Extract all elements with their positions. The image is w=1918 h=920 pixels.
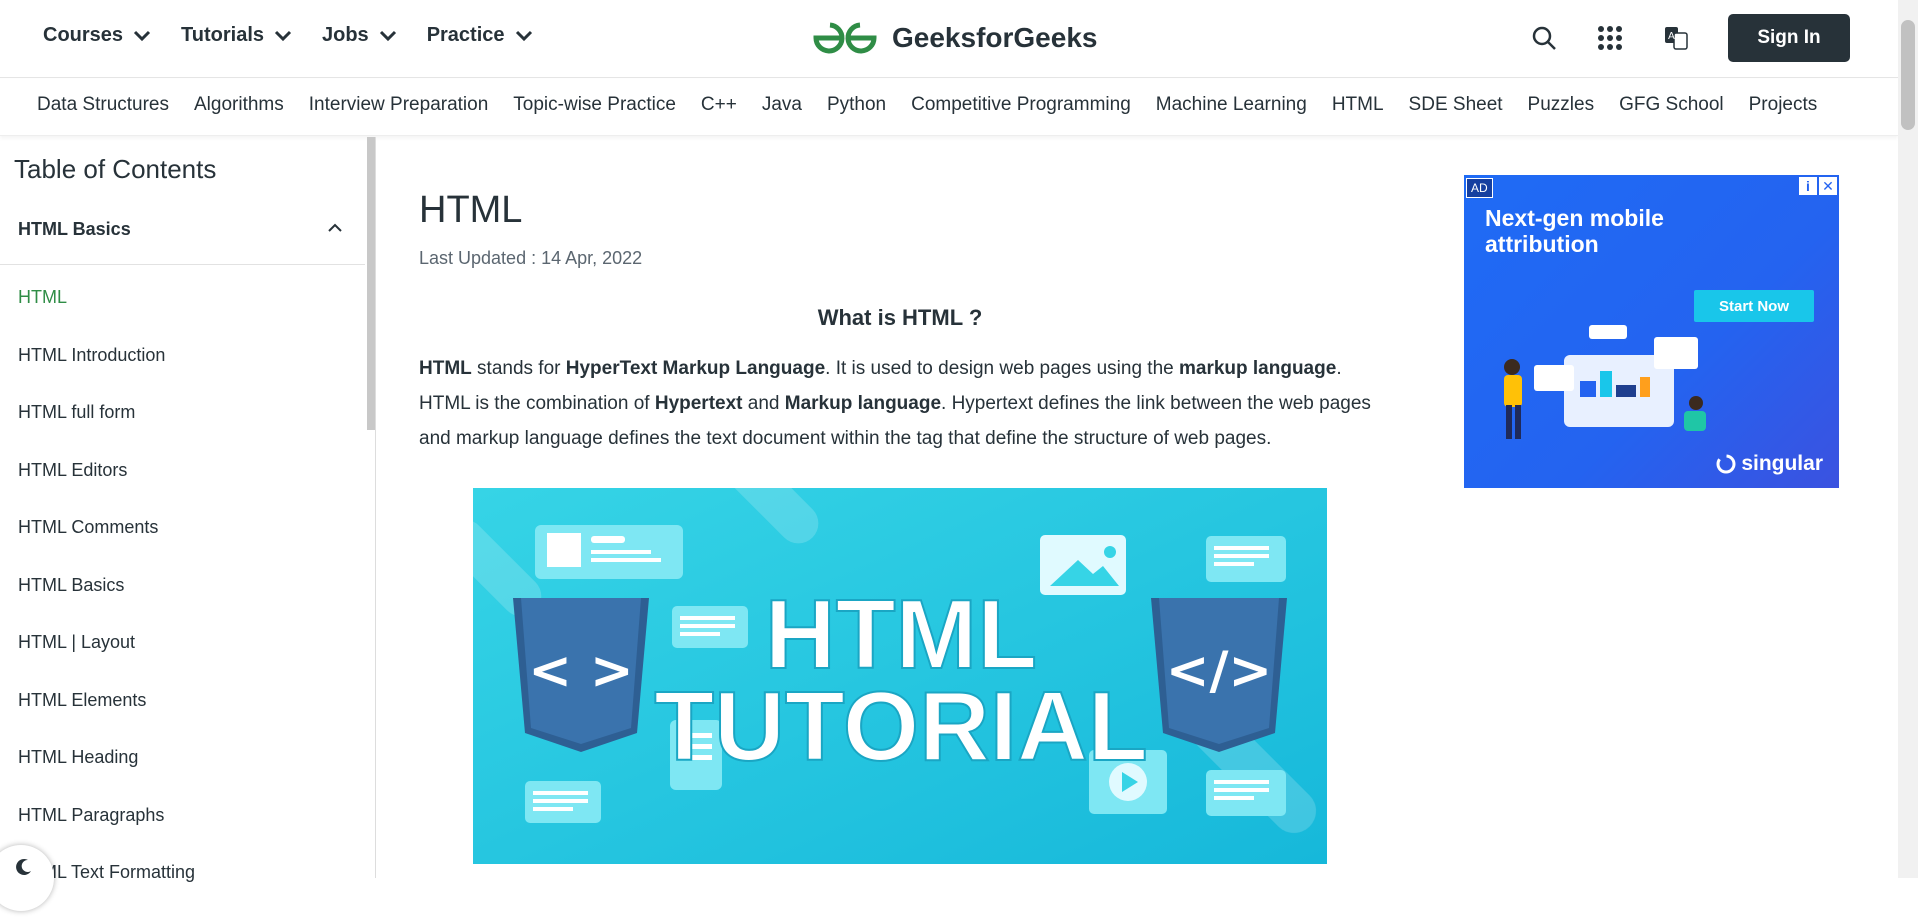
left-tag-text: < > xyxy=(528,641,633,701)
nav-practice[interactable]: Practice xyxy=(427,24,533,47)
toc-item[interactable]: HTML Editors xyxy=(18,460,195,518)
toc-item[interactable]: HTML Comments xyxy=(18,517,195,575)
logo-text: GeeksforGeeks xyxy=(892,22,1098,53)
ad-controls: i ✕ xyxy=(1799,177,1837,195)
ad-headline-line: Next-gen mobile xyxy=(1485,205,1664,231)
header-actions: A Sign In xyxy=(1530,14,1850,62)
toc-item[interactable]: HTML xyxy=(18,287,195,345)
para-bold: HyperText Markup Language xyxy=(565,358,826,379)
nav-jobs[interactable]: Jobs xyxy=(322,24,397,47)
subnav-item-python[interactable]: Python xyxy=(827,94,886,116)
para-text: . It is used to design web pages using t… xyxy=(825,358,1179,379)
toc-item[interactable]: HTML Basics xyxy=(18,575,195,633)
ad-info-icon[interactable]: i xyxy=(1799,177,1817,195)
singular-logo-icon xyxy=(1716,454,1736,474)
right-tag-text: </> xyxy=(1166,641,1272,701)
subnav-item-puzzles[interactable]: Puzzles xyxy=(1528,94,1595,116)
article-paragraph: HTML stands for HyperText Markup Languag… xyxy=(419,351,1384,456)
ad-headline: Next-gen mobile attribution xyxy=(1485,205,1664,257)
toc-item[interactable]: HTML Paragraphs xyxy=(18,805,195,863)
ad-tag: AD xyxy=(1466,178,1493,198)
subnav-item-machine-learning[interactable]: Machine Learning xyxy=(1156,94,1307,116)
subnav-item-interview-preparation[interactable]: Interview Preparation xyxy=(309,94,489,116)
nav-label: Jobs xyxy=(322,24,369,46)
article: HTML Last Updated : 14 Apr, 2022 What is… xyxy=(419,137,1389,864)
chevron-down-icon xyxy=(379,30,396,41)
subnav-item-html[interactable]: HTML xyxy=(1332,94,1384,116)
ad-brand-text: singular xyxy=(1741,452,1823,475)
sidebar-scrollbar[interactable] xyxy=(367,137,375,430)
chevron-down-icon xyxy=(133,30,151,41)
chevron-down-icon xyxy=(274,30,292,41)
site-logo[interactable]: GeeksforGeeks xyxy=(810,20,1097,56)
nav-courses[interactable]: Courses xyxy=(43,24,151,47)
chevron-up-icon xyxy=(328,223,342,232)
ad-illustration xyxy=(1504,325,1706,439)
close-icon[interactable]: ✕ xyxy=(1819,177,1837,195)
subnav-item-topic-wise-practice[interactable]: Topic-wise Practice xyxy=(513,94,676,116)
nav-tutorials[interactable]: Tutorials xyxy=(181,24,292,47)
toc-section-header[interactable]: HTML Basics xyxy=(0,197,365,265)
toc-item[interactable]: HTML Introduction xyxy=(18,345,195,403)
subnav-item-sde-sheet[interactable]: SDE Sheet xyxy=(1409,94,1503,116)
html-tutorial-banner: < > </> HTML TUTORIAL xyxy=(473,488,1327,864)
subnav-item-algorithms[interactable]: Algorithms xyxy=(194,94,284,116)
toc-title: Table of Contents xyxy=(14,154,217,184)
chevron-down-icon xyxy=(515,30,532,41)
moon-icon xyxy=(16,858,31,875)
top-nav: Courses Tutorials Jobs Practice xyxy=(43,24,533,47)
para-bold: markup language xyxy=(1178,358,1337,379)
gfg-logo-icon xyxy=(813,22,877,54)
subnav-item-competitive-programming[interactable]: Competitive Programming xyxy=(911,94,1131,116)
article-subheading: What is HTML ? xyxy=(817,305,983,330)
para-bold: Markup language xyxy=(784,393,942,414)
ad-brand: singular xyxy=(1715,452,1823,476)
nav-label: Tutorials xyxy=(181,24,264,46)
subnav-item-data-structures[interactable]: Data Structures xyxy=(37,94,169,116)
last-updated: Last Updated : 14 Apr, 2022 xyxy=(419,248,643,268)
nav-label: Practice xyxy=(426,24,505,46)
para-text: and xyxy=(742,393,785,414)
para-text: stands for xyxy=(471,358,566,379)
svg-text:A: A xyxy=(1668,31,1675,42)
para-bold: Hypertext xyxy=(654,393,743,414)
page-scrollbar[interactable] xyxy=(1898,0,1918,878)
apps-grid-icon[interactable] xyxy=(1596,24,1624,52)
ad-banner[interactable]: AD i ✕ Next-gen mobile attribution Start… xyxy=(1464,175,1839,488)
subnav-item-projects[interactable]: Projects xyxy=(1749,94,1818,116)
toc-item[interactable]: HTML Heading xyxy=(18,747,195,805)
article-title: HTML xyxy=(419,189,523,231)
toc-item[interactable]: HTML | Layout xyxy=(18,632,195,690)
toc-section-label: HTML Basics xyxy=(18,219,131,239)
toc-list: HTML HTML Introduction HTML full form HT… xyxy=(18,287,195,920)
sign-in-button[interactable]: Sign In xyxy=(1728,14,1850,62)
search-icon[interactable] xyxy=(1530,24,1558,52)
top-header: Courses Tutorials Jobs Practice Geeksfor… xyxy=(0,0,1898,78)
subnav-item-java[interactable]: Java xyxy=(762,94,802,116)
ad-cta-button[interactable]: Start Now xyxy=(1694,290,1814,322)
toc-sidebar: Table of Contents HTML Basics HTML HTML … xyxy=(0,137,376,882)
para-bold: HTML xyxy=(419,358,472,379)
nav-label: Courses xyxy=(43,24,124,46)
category-nav: Data Structures Algorithms Interview Pre… xyxy=(0,79,1898,136)
translate-icon[interactable]: A xyxy=(1662,24,1690,52)
toc-item[interactable]: HTML Elements xyxy=(18,690,195,748)
ad-headline-line: attribution xyxy=(1485,231,1599,257)
page-scrollbar-thumb[interactable] xyxy=(1901,20,1915,130)
subnav-item-gfg-school[interactable]: GFG School xyxy=(1619,94,1724,116)
toc-item[interactable]: HTML full form xyxy=(18,402,195,460)
subnav-item-cpp[interactable]: C++ xyxy=(701,94,737,116)
banner-line2: TUTORIAL xyxy=(654,671,1148,781)
